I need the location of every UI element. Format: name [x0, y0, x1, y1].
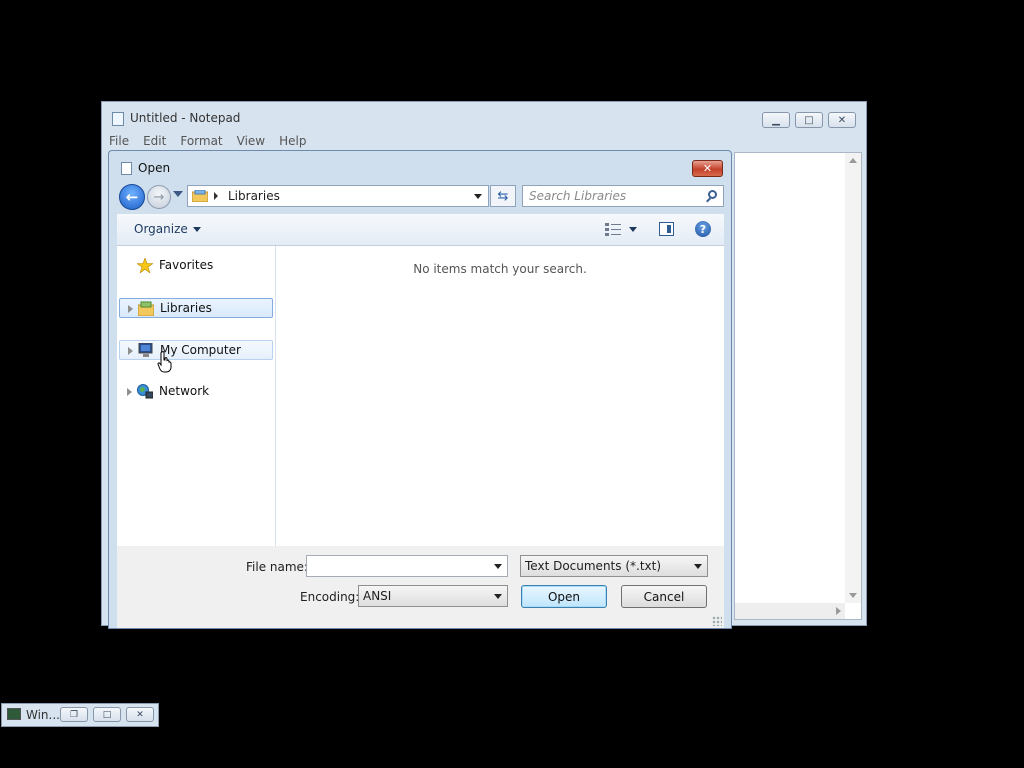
dialog-close-button[interactable]: ✕	[692, 160, 723, 177]
minimize-button[interactable]: ▁	[762, 112, 790, 128]
file-name-input[interactable]	[310, 558, 490, 574]
resize-grip-icon[interactable]	[712, 616, 722, 626]
close-button[interactable]: ✕	[828, 112, 856, 128]
open-dialog: Open ✕ ← → Libraries ⇆ Organize ?	[108, 150, 732, 629]
close-icon: ✕	[837, 114, 847, 126]
menu-help[interactable]: Help	[272, 132, 313, 150]
open-button[interactable]: Open	[521, 585, 607, 608]
menu-view[interactable]: View	[230, 132, 272, 150]
chevron-down-icon[interactable]	[494, 564, 502, 569]
change-view-icon[interactable]	[605, 223, 621, 236]
encoding-select[interactable]: ANSI	[358, 585, 508, 607]
expand-icon[interactable]	[128, 305, 133, 313]
hand-cursor-icon	[157, 351, 172, 373]
forward-arrow-icon: →	[153, 189, 165, 205]
nav-item-my-computer[interactable]: My Computer	[119, 340, 273, 360]
chevron-down-icon	[192, 227, 201, 232]
preview-pane-icon[interactable]	[659, 222, 674, 236]
refresh-button[interactable]: ⇆	[490, 185, 516, 207]
minimized-window[interactable]: Win... ❐ □ ✕	[1, 703, 159, 727]
scroll-down-icon[interactable]	[849, 593, 857, 598]
network-icon	[137, 384, 153, 399]
nav-item-favorites[interactable]: Favorites	[119, 256, 273, 276]
organize-label: Organize	[134, 222, 188, 236]
search-input[interactable]	[527, 188, 701, 204]
scroll-right-icon[interactable]	[836, 607, 841, 615]
minimized-window-title: Win...	[26, 708, 60, 722]
breadcrumb-libraries[interactable]: Libraries	[228, 189, 280, 203]
window-icon	[7, 708, 21, 720]
refresh-icon: ⇆	[497, 188, 509, 204]
back-button[interactable]: ←	[119, 184, 145, 210]
minimize-icon: ▁	[772, 114, 780, 126]
address-bar[interactable]: Libraries	[187, 185, 489, 207]
file-name-combo[interactable]	[306, 555, 508, 577]
file-type-value: Text Documents (*.txt)	[525, 559, 662, 573]
address-dropdown-icon[interactable]	[474, 194, 482, 199]
search-icon[interactable]	[708, 190, 717, 199]
computer-icon	[138, 343, 153, 357]
dialog-bottom-panel: File name: Text Documents (*.txt) Encodi…	[117, 546, 724, 628]
help-icon[interactable]: ?	[695, 221, 711, 237]
forward-button[interactable]: →	[147, 185, 171, 209]
maximize-icon: □	[804, 114, 814, 126]
notepad-text-area[interactable]	[734, 152, 862, 620]
file-list-pane[interactable]: No items match your search.	[276, 246, 724, 546]
nav-label: Libraries	[160, 301, 212, 315]
search-box[interactable]	[522, 185, 724, 207]
nav-item-network[interactable]: Network	[119, 382, 273, 402]
close-icon: ✕	[136, 709, 144, 720]
chevron-down-icon	[694, 564, 702, 569]
recent-locations-dropdown[interactable]	[173, 191, 183, 197]
restore-icon: ❐	[69, 709, 79, 720]
breadcrumb-separator-icon[interactable]	[214, 192, 218, 200]
file-name-label: File name:	[246, 560, 308, 574]
restore-button[interactable]: ❐	[60, 707, 88, 722]
expand-icon[interactable]	[128, 347, 133, 355]
notepad-title: Untitled - Notepad	[130, 111, 241, 125]
dialog-toolbar: Organize ?	[117, 214, 724, 246]
encoding-value: ANSI	[363, 589, 392, 603]
empty-message: No items match your search.	[413, 262, 587, 276]
navigation-pane: Favorites Libraries My Computer Network	[117, 246, 276, 546]
dialog-title: Open	[138, 161, 171, 175]
libraries-icon	[138, 301, 154, 316]
file-type-select[interactable]: Text Documents (*.txt)	[520, 555, 708, 577]
cancel-button[interactable]: Cancel	[621, 585, 707, 608]
menu-format[interactable]: Format	[173, 132, 229, 150]
close-icon: ✕	[702, 162, 713, 175]
star-icon	[137, 258, 153, 273]
libraries-icon	[192, 190, 208, 202]
notepad-titlebar[interactable]: Untitled - Notepad ▁ □ ✕	[102, 102, 866, 134]
maximize-button[interactable]: □	[795, 112, 823, 128]
notepad-icon	[112, 112, 124, 126]
menu-edit[interactable]: Edit	[136, 132, 173, 150]
horizontal-scrollbar[interactable]	[735, 603, 845, 619]
expand-icon[interactable]	[127, 388, 132, 396]
encoding-label: Encoding:	[300, 590, 360, 604]
vertical-scrollbar[interactable]	[845, 153, 861, 603]
menu-file[interactable]: File	[102, 132, 136, 150]
nav-label: Favorites	[159, 258, 214, 272]
back-arrow-icon: ←	[125, 188, 139, 206]
organize-button[interactable]: Organize	[134, 222, 201, 236]
close-button[interactable]: ✕	[126, 707, 154, 722]
chevron-down-icon	[494, 594, 502, 599]
dialog-icon	[121, 162, 132, 175]
nav-item-libraries[interactable]: Libraries	[119, 298, 273, 318]
scroll-up-icon[interactable]	[849, 158, 857, 163]
maximize-button[interactable]: □	[93, 707, 121, 722]
nav-label: Network	[159, 384, 210, 398]
view-options-dropdown-icon[interactable]	[629, 227, 637, 232]
notepad-menubar: File Edit Format View Help	[102, 132, 313, 150]
maximize-icon: □	[102, 709, 112, 720]
